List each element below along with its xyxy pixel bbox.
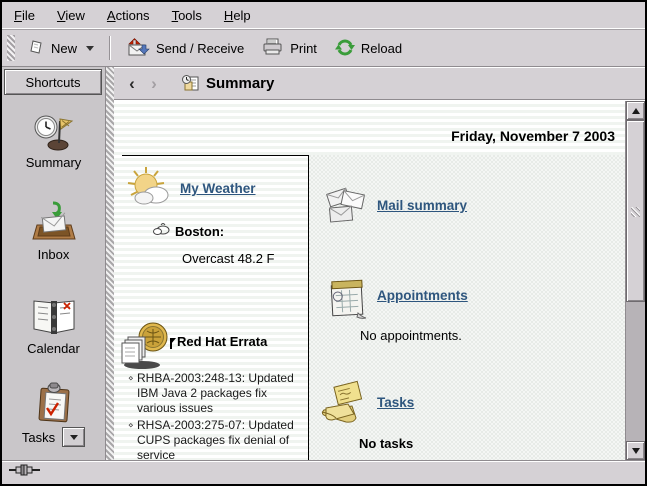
- tasks-icon: [2, 381, 105, 423]
- inbox-icon: [2, 201, 105, 243]
- sidebar-item-summary[interactable]: Summary: [2, 109, 105, 170]
- send-receive-label: Send / Receive: [156, 41, 244, 56]
- reload-button[interactable]: Reload: [326, 33, 411, 64]
- appointments-link[interactable]: Appointments: [377, 288, 468, 303]
- appointments-empty-text: No appointments.: [360, 328, 462, 343]
- sidebar-item-calendar[interactable]: Calendar: [2, 295, 105, 356]
- reload-icon: [335, 37, 355, 60]
- scrollbar-track[interactable]: [626, 120, 645, 441]
- chevron-down-icon: [86, 46, 94, 51]
- reload-button-label: Reload: [361, 41, 402, 56]
- scrollbar-thumb[interactable]: [626, 120, 645, 302]
- weather-location-row: Boston:: [152, 222, 224, 241]
- column-top-rule: [122, 155, 309, 156]
- mail-summary-icon: [324, 183, 370, 230]
- errata-item[interactable]: ⋄ RHSA-2003:275-07: Updated CUPS package…: [128, 418, 304, 460]
- column-divider: [308, 155, 309, 460]
- menu-help[interactable]: Help: [224, 8, 251, 23]
- scroll-up-button[interactable]: [626, 101, 645, 120]
- sidebar-item-inbox-label: Inbox: [2, 247, 105, 262]
- bullet-icon: ⋄: [128, 371, 137, 416]
- new-button[interactable]: New: [20, 35, 103, 62]
- bullet-icon: ⋄: [128, 418, 137, 460]
- menu-view[interactable]: View: [57, 8, 85, 23]
- errata-item[interactable]: ⋄ RHBA-2003:248-13: Updated IBM Java 2 p…: [128, 371, 304, 416]
- status-bar: [2, 460, 645, 484]
- new-button-label: New: [51, 41, 77, 56]
- print-button[interactable]: Print: [253, 34, 326, 63]
- weather-location-label: Boston:: [175, 224, 224, 239]
- errata-icon: [120, 321, 174, 376]
- errata-item-text: RHBA-2003:248-13: Updated IBM Java 2 pac…: [137, 371, 304, 416]
- weather-icon: [126, 165, 174, 214]
- menu-bar: File View Actions Tools Help: [2, 2, 645, 30]
- calendar-icon: [2, 295, 105, 337]
- menu-actions[interactable]: Actions: [107, 8, 150, 23]
- main-pane: ‹ › Summary Friday, November 7 200: [114, 67, 645, 460]
- errata-title-row: Red Hat Errata: [171, 334, 267, 349]
- tasks-empty-text: No tasks: [359, 436, 413, 451]
- body-row: Shortcuts Summary: [2, 67, 645, 460]
- printer-icon: [262, 38, 284, 59]
- summary-mini-icon: [180, 74, 200, 92]
- menu-tools[interactable]: Tools: [172, 8, 202, 23]
- toolbar-separator: [109, 36, 111, 60]
- tasks-link[interactable]: Tasks: [377, 395, 414, 410]
- tasks-summary-icon: [318, 380, 370, 431]
- shortcuts-group-label: Shortcuts: [26, 75, 81, 90]
- summary-canvas: Friday, November 7 2003: [114, 101, 625, 460]
- summary-icon: [2, 109, 105, 151]
- weather-report: Overcast 48.2 F: [182, 251, 274, 266]
- back-button[interactable]: ‹: [124, 75, 140, 92]
- sidebar-item-summary-label: Summary: [2, 155, 105, 170]
- sidebar-item-tasks-row: Tasks: [2, 427, 105, 447]
- sidebar-item-tasks[interactable]: Tasks: [2, 381, 105, 447]
- appointments-icon: [328, 275, 370, 326]
- vertical-scrollbar: [625, 101, 645, 460]
- viewport-row: Friday, November 7 2003: [114, 100, 645, 460]
- menu-file[interactable]: File: [14, 8, 35, 23]
- shortcut-bar: Shortcuts Summary: [2, 67, 106, 460]
- sidebar-item-inbox[interactable]: Inbox: [2, 201, 105, 262]
- shortcut-bar-dropdown-button[interactable]: [62, 427, 85, 447]
- arrow-down-icon: [632, 448, 640, 454]
- pane-splitter[interactable]: [106, 67, 114, 460]
- evolution-window: File View Actions Tools Help New: [0, 0, 647, 486]
- mail-summary-link[interactable]: Mail summary: [377, 198, 467, 213]
- sidebar-item-tasks-label: Tasks: [22, 430, 55, 445]
- errata-item-text: RHSA-2003:275-07: Updated CUPS packages …: [137, 418, 304, 460]
- shortcuts-group-button[interactable]: Shortcuts: [4, 69, 102, 95]
- my-weather-link[interactable]: My Weather: [180, 181, 256, 196]
- print-button-label: Print: [290, 41, 317, 56]
- sidebar-item-calendar-label: Calendar: [2, 341, 105, 356]
- new-document-icon: [29, 39, 45, 58]
- send-receive-button[interactable]: Send / Receive: [117, 33, 253, 64]
- forward-button[interactable]: ›: [146, 75, 162, 92]
- page-title: Summary: [206, 75, 274, 92]
- toolbar-grip[interactable]: [7, 35, 15, 61]
- flag-marker-icon: [171, 338, 176, 344]
- date-heading: Friday, November 7 2003: [451, 128, 615, 144]
- cloud-icon: [152, 222, 170, 241]
- arrow-up-icon: [632, 108, 640, 114]
- errata-title: Red Hat Errata: [177, 334, 267, 349]
- errata-list: ⋄ RHBA-2003:248-13: Updated IBM Java 2 p…: [128, 371, 304, 460]
- toolbar: New Send / Receive: [2, 30, 645, 67]
- view-header: ‹ › Summary: [114, 67, 645, 100]
- chevron-down-icon: [70, 435, 78, 440]
- send-receive-icon: [126, 37, 150, 60]
- scroll-down-button[interactable]: [626, 441, 645, 460]
- online-status-icon[interactable]: [9, 463, 45, 482]
